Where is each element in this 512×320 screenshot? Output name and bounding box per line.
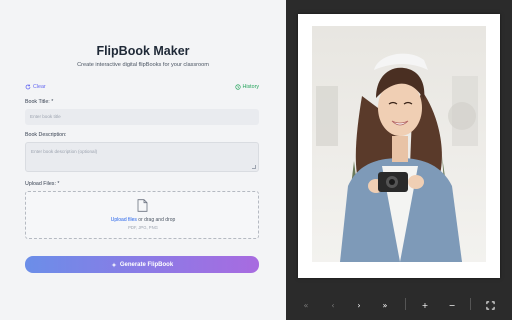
- fullscreen-icon: [485, 300, 495, 310]
- form-panel: FlipBook Maker Create interactive digita…: [0, 0, 286, 320]
- upload-files-link[interactable]: Upload files: [111, 217, 137, 223]
- first-page-button[interactable]: «: [298, 290, 314, 320]
- last-page-button[interactable]: »: [377, 290, 393, 320]
- toolbar-divider: [470, 298, 471, 310]
- fullscreen-button[interactable]: [482, 290, 498, 320]
- clear-button[interactable]: Clear: [25, 84, 46, 90]
- generate-label: Generate FlipBook: [119, 261, 174, 268]
- page-photo: [312, 26, 486, 262]
- book-description-textarea[interactable]: Enter book description (optional): [25, 142, 259, 172]
- upload-instructions: Upload files or drag and drop: [26, 217, 260, 223]
- book-title-input[interactable]: Enter book title: [25, 109, 259, 125]
- page-subtitle: Create interactive digital flipBooks for…: [77, 62, 209, 68]
- book-description-label: Book Description:: [25, 132, 67, 138]
- zoom-in-button[interactable]: +: [417, 290, 433, 320]
- page-title: FlipBook Maker: [96, 44, 190, 58]
- flipbook-page[interactable]: [298, 14, 500, 278]
- history-button[interactable]: History: [234, 84, 259, 90]
- next-page-button[interactable]: ›: [351, 290, 367, 320]
- prev-page-button[interactable]: ‹: [325, 290, 341, 320]
- history-label: History: [242, 84, 259, 90]
- zoom-out-button[interactable]: −: [444, 290, 460, 320]
- book-title-label: Book Title: *: [25, 99, 54, 105]
- upload-files-label: Upload Files: *: [25, 181, 60, 187]
- resize-handle-icon[interactable]: [252, 165, 256, 169]
- refresh-icon: [25, 84, 31, 90]
- file-icon: [137, 199, 148, 212]
- generate-flipbook-button[interactable]: Generate FlipBook: [25, 256, 259, 273]
- upload-dropzone[interactable]: Upload files or drag and drop PDF, JPG, …: [25, 191, 259, 239]
- toolbar-divider: [405, 298, 406, 310]
- sparkle-icon: [111, 262, 117, 267]
- clear-label: Clear: [33, 84, 46, 90]
- upload-file-types: PDF, JPG, PNG: [128, 225, 158, 230]
- upload-text: or drag and drop: [136, 217, 176, 223]
- clock-icon: [234, 84, 241, 90]
- book-description-placeholder: Enter book description (optional): [31, 149, 98, 154]
